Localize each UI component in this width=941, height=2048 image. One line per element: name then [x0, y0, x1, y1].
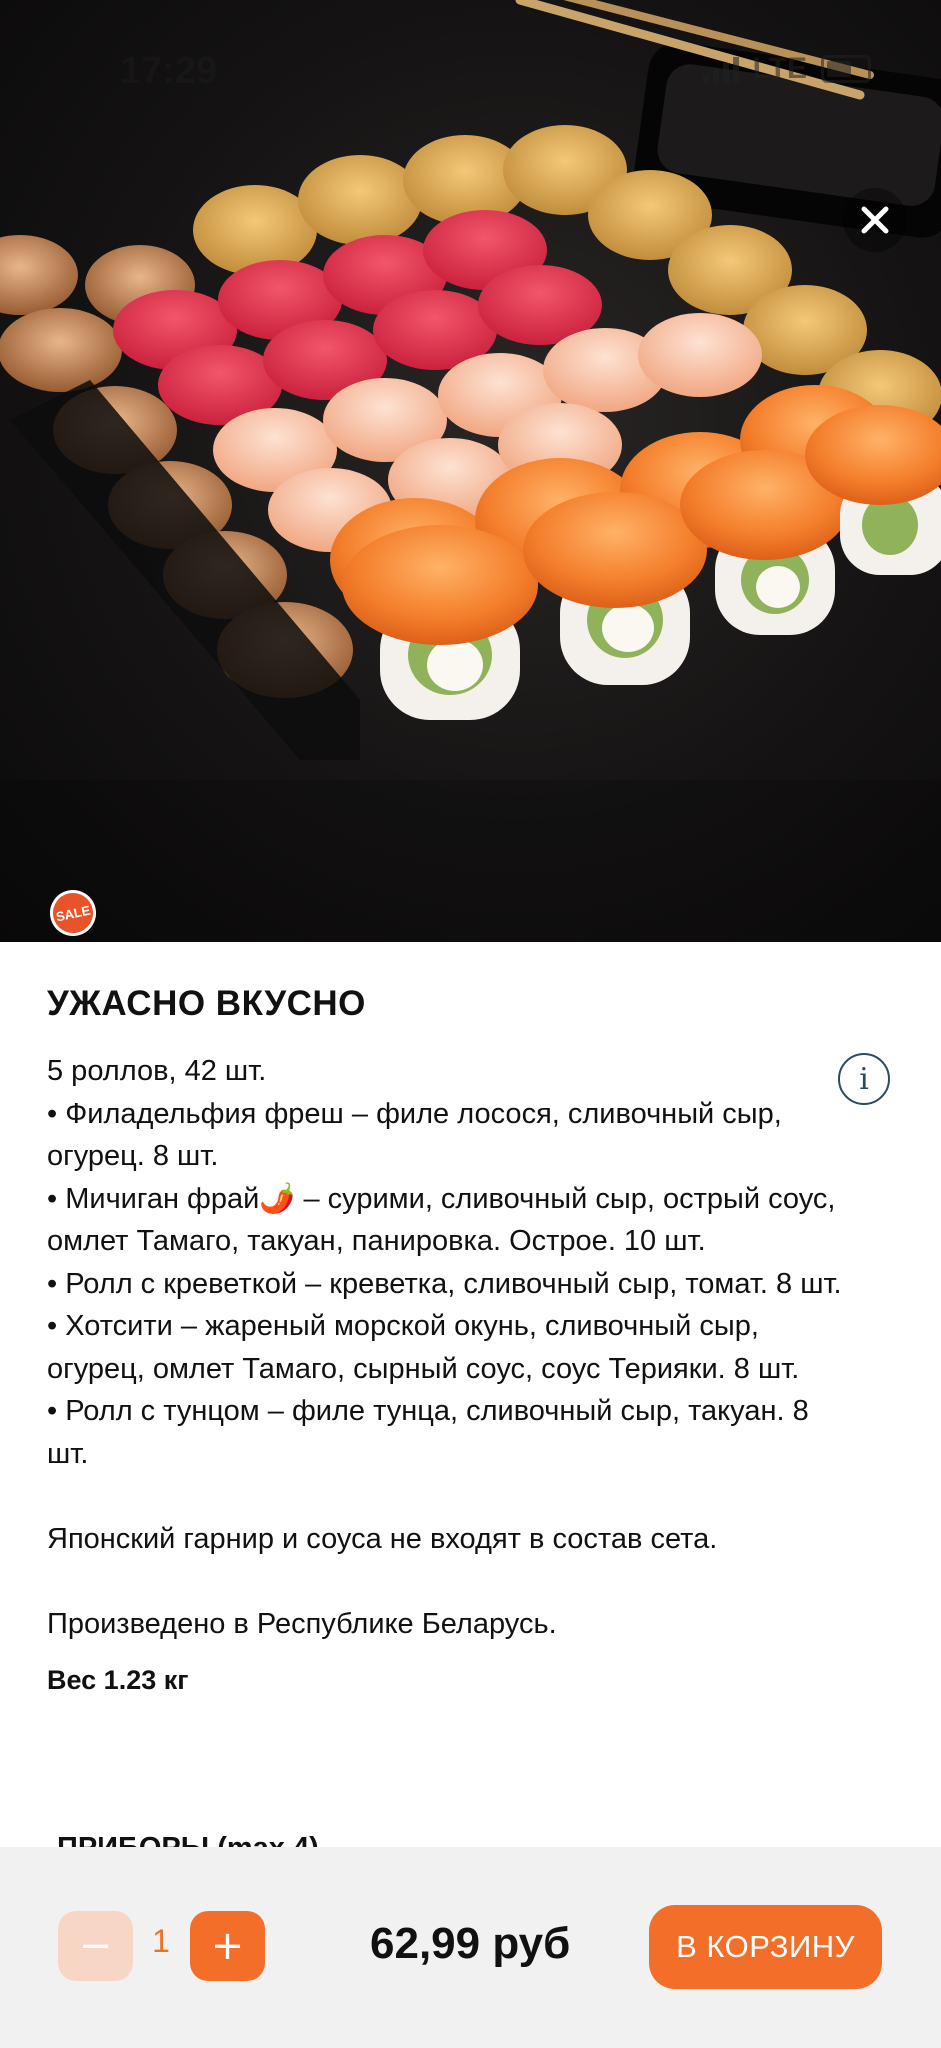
close-button[interactable] [843, 188, 907, 252]
product-title: УЖАСНО ВКУСНО [47, 984, 366, 1023]
info-button[interactable]: i [838, 1053, 890, 1105]
status-time: 17:29 [120, 50, 218, 92]
network-label: LTE [752, 52, 807, 85]
description-line: • Ролл с тунцом – филе тунца, сливочный … [47, 1395, 809, 1470]
minus-icon: − [78, 1923, 113, 1969]
garnish-note: Японский гарнир и соуса не входят в сост… [47, 1522, 718, 1555]
plus-icon: + [210, 1923, 245, 1969]
decrease-quantity-button[interactable]: − [58, 1911, 133, 1981]
product-weight: Вес 1.23 кг [47, 1665, 189, 1695]
order-bar: − 1 + 62,99 руб В КОРЗИНУ [0, 1847, 941, 2048]
description-line: • Филадельфия фреш – филе лосося, сливоч… [47, 1097, 782, 1173]
increase-quantity-button[interactable]: + [190, 1911, 265, 1981]
product-details: УЖАСНО ВКУСНО 5 роллов, 42 шт. • Филадел… [47, 942, 847, 1696]
battery-icon [821, 55, 871, 83]
signal-icon [702, 55, 739, 83]
status-indicators: LTE [702, 52, 871, 86]
product-description: 5 роллов, 42 шт. • Филадельфия фреш – фи… [47, 1050, 847, 1645]
sushi-set-image [0, 0, 941, 942]
product-price: 62,99 руб [370, 1919, 571, 1968]
origin-note: Произведено в Республике Беларусь. [47, 1607, 557, 1640]
description-line: 5 роллов, 42 шт. [47, 1055, 267, 1087]
quantity-value: 1 [152, 1923, 170, 1959]
description-line: • Мичиган фрай🌶️ – сурими, сливочный сыр… [47, 1182, 836, 1258]
product-photo: 17:29 LTE SALE [0, 0, 941, 942]
info-icon: i [859, 1061, 869, 1097]
add-to-cart-button[interactable]: В КОРЗИНУ [649, 1905, 882, 1989]
description-line: • Хотсити – жареный морской окунь, сливо… [47, 1310, 800, 1385]
description-line: • Ролл с креветкой – креветка, сливочный… [47, 1267, 842, 1300]
close-icon [861, 206, 889, 234]
